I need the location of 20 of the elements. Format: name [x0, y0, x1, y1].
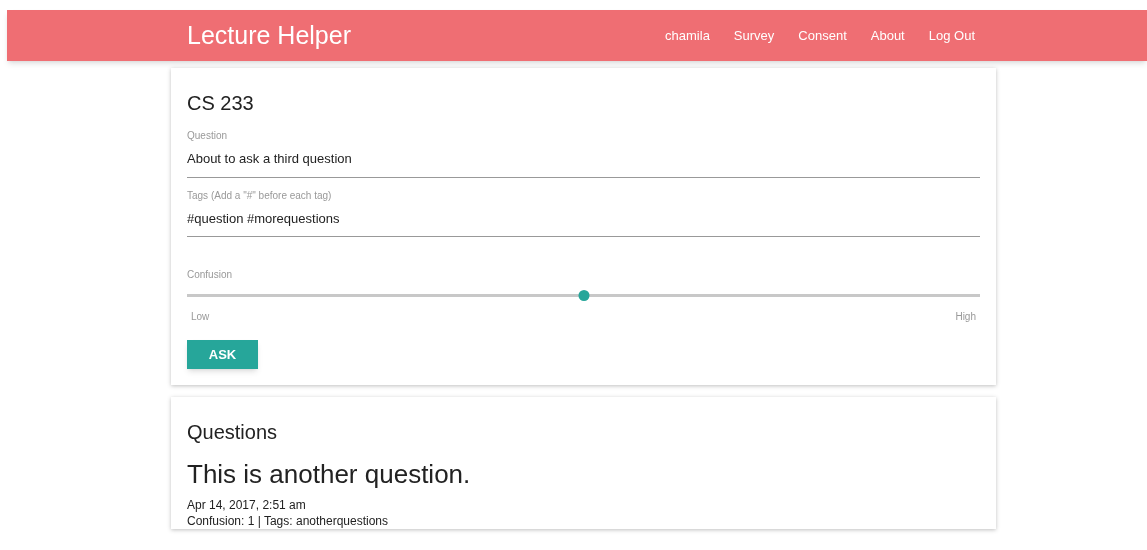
nav-link[interactable]: Log Out — [928, 25, 975, 46]
nav-link[interactable]: About — [870, 25, 905, 46]
field-label: Question — [187, 129, 229, 143]
app-title: Lecture Helper — [187, 19, 351, 51]
input-field[interactable]: #question #morequestions — [187, 208, 980, 237]
slider-label: Confusion — [187, 268, 234, 282]
section-title: Questions — [187, 420, 279, 445]
nav-link[interactable]: chamila — [665, 25, 710, 46]
slider-min-label: Low — [191, 310, 210, 324]
slider-thumb[interactable] — [578, 290, 589, 301]
slider-max-label: High — [955, 310, 976, 324]
nav-link[interactable]: Consent — [798, 25, 847, 46]
course-title: CS 233 — [187, 91, 255, 116]
question-text: This is another question. — [187, 458, 472, 491]
input-field[interactable]: About to ask a third question — [187, 149, 980, 178]
question-date: Apr 14, 2017, 2:51 am — [187, 497, 307, 513]
ask-button[interactable]: ASK — [187, 340, 258, 369]
question-meta: Confusion: 1 | Tags: anotherquestions — [187, 513, 390, 529]
nav-link[interactable]: Survey — [733, 25, 775, 46]
field-label: Tags (Add a "#" before each tag) — [187, 188, 333, 203]
